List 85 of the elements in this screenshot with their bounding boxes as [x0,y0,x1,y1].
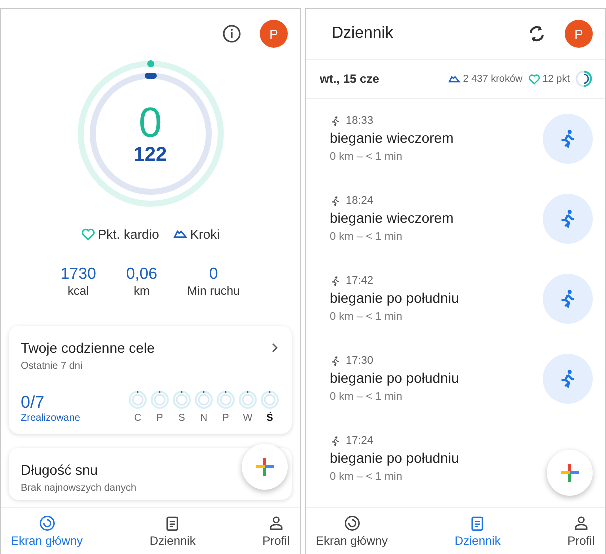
clipboard-icon [469,514,486,532]
entry-detail: 0 km – < 1 min [330,231,404,243]
activity-entry[interactable]: 18:24 bieganie wieczorem 0 km – < 1 min [306,179,605,259]
goals-label: Zrealizowane [21,413,80,424]
legend-label: Pkt. kardio [98,227,160,242]
entry-time: 17:30 [346,355,374,367]
card-subtitle: Brak najnowszych danych [21,483,137,494]
goal-ring-icon [216,390,236,410]
chevron-icon [270,343,280,353]
sleep-card[interactable]: Długość snu Brak najnowszych danych [9,448,292,500]
goal-ring-icon [194,390,214,410]
add-button[interactable] [242,444,288,490]
steps-value: 122 [134,144,168,166]
nav-tab[interactable]: Ekran główny [7,508,88,554]
avatar[interactable]: P [565,20,593,48]
goal-ring-icon [260,390,280,410]
points-summary: 12 pkt [542,74,570,84]
activity-entry[interactable]: 17:30 bieganie po południu 0 km – < 1 min [306,339,605,419]
sync-icon[interactable] [527,24,547,44]
activity-entry[interactable]: 17:24 bieganie po południu 0 km – < 1 min [306,419,605,499]
runner-icon [330,436,341,446]
nav-tab[interactable]: Ekran główny [312,508,392,554]
plus-icon [560,463,580,483]
entry-detail: 0 km – < 1 min [330,151,404,163]
entry-time: 17:42 [346,275,374,287]
clipboard-icon [164,514,182,532]
card-title: Długość snu [21,462,98,478]
runner-icon [330,196,341,206]
entry-title: bieganie po południu [330,450,460,466]
card-title: Twoje codzienne cele [21,340,155,356]
screen-title: Dziennik [331,25,394,43]
entry-title: bieganie po południu [330,370,460,386]
goal-ring-icon [150,390,170,410]
entry-title: bieganie po południu [330,290,460,306]
avatar[interactable]: P [260,20,288,48]
entry-time: 17:24 [346,435,374,447]
heart-icon [80,227,96,242]
entry-detail: 0 km – < 1 min [330,391,404,403]
day-label: Ś [266,413,274,424]
nav-tab[interactable]: Dziennik [450,508,505,554]
ring-icon [38,514,56,532]
day-label: S [178,413,186,424]
stat-value: 0 [209,266,218,284]
day-label: N [200,413,208,424]
stat-label: kcal [68,284,90,298]
goal-ring-icon [172,390,192,410]
goals-card[interactable]: Twoje codzienne cele Ostatnie 7 dni 0/7 Zrealizowane C P S N P W Ś [9,326,292,434]
day-label: C [134,413,142,424]
activity-entry[interactable]: 18:33 bieganie wieczorem 0 km – < 1 min [306,99,605,179]
entry-time: 18:33 [346,115,374,127]
cardio-points-value: 0 [138,102,162,144]
runner-icon [330,276,341,286]
goals-count: 0/7 [21,393,46,413]
card-subtitle: Ostatnie 7 dni [21,361,84,372]
stat-value: 0,06 [126,266,158,284]
entry-detail: 0 km – < 1 min [330,471,404,483]
legend-label: Kroki [190,227,220,242]
nav-tab[interactable]: Dziennik [146,508,200,554]
date-label: wt., 15 cze [320,72,380,86]
runner-icon [330,356,341,366]
info-icon[interactable] [222,24,242,44]
entry-time: 18:24 [346,195,374,207]
goal-ring-icon [128,390,148,410]
stat-label: km [134,284,150,298]
nav-tab[interactable]: Profil [258,508,294,554]
progress-ring-icon [575,70,593,88]
person-icon [572,514,590,532]
add-button[interactable] [547,450,593,496]
stat-label: Min ruchu [188,284,240,298]
ring-icon [344,514,361,532]
day-label: W [243,413,253,424]
nav-tab[interactable]: Profil [564,508,599,554]
entry-title: bieganie wieczorem [330,210,454,226]
plus-icon [255,457,275,477]
heart-icon [528,72,541,86]
runner-icon [330,116,341,126]
steps-summary: 2 437 kroków [463,74,523,84]
goal-ring-icon [238,390,258,410]
stat-value: 1730 [60,266,96,284]
day-label: P [156,413,164,424]
entry-detail: 0 km – < 1 min [330,311,404,323]
person-icon [268,514,285,532]
activity-entry[interactable]: 17:42 bieganie po południu 0 km – < 1 min [306,259,605,339]
day-label: P [222,413,230,424]
entry-title: bieganie wieczorem [330,130,454,146]
